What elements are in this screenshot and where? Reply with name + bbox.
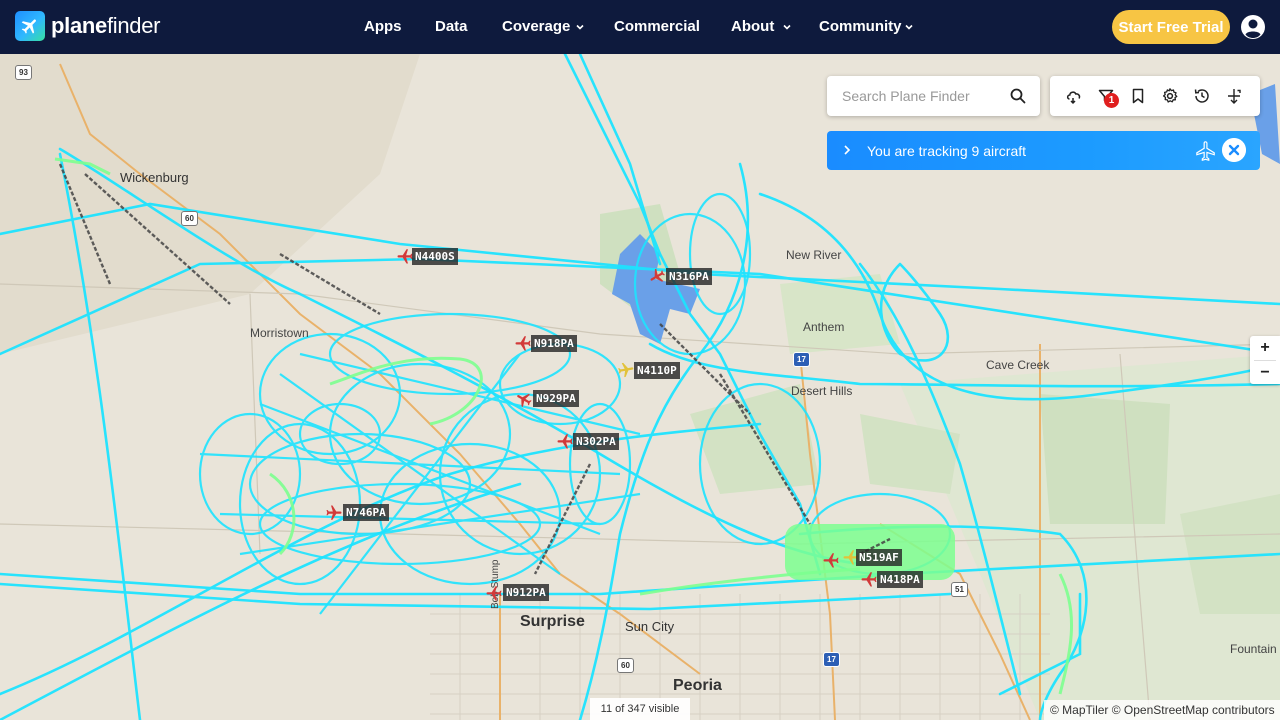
place-anthem: Anthem	[803, 320, 845, 334]
zoom-control: + −	[1250, 336, 1280, 384]
nav-commercial[interactable]: Commercial	[614, 18, 700, 35]
main-nav: Apps Data Coverage Commercial About Comm…	[0, 0, 1280, 54]
visible-aircraft-count: 11 of 347 visible	[590, 698, 690, 720]
interstate-shield: 17	[793, 352, 810, 367]
airplane-icon[interactable]	[325, 504, 343, 522]
place-desert-hills: Desert Hills	[791, 384, 853, 398]
aircraft-callsign[interactable]: N519AF	[856, 549, 902, 566]
route-shield: 60	[181, 211, 198, 226]
search-icon[interactable]	[1009, 87, 1027, 105]
place-wickenburg: Wickenburg	[120, 170, 189, 185]
playback-icon[interactable]	[1225, 87, 1243, 105]
airplane-icon[interactable]	[860, 570, 878, 588]
place-sun-city: Sun City	[625, 619, 675, 634]
place-fountain: Fountain	[1230, 642, 1277, 656]
settings-icon[interactable]	[1161, 87, 1179, 105]
airplane-icon[interactable]	[617, 361, 635, 379]
airplane-icon[interactable]	[648, 267, 666, 285]
interstate-shield: 17	[823, 652, 840, 667]
aircraft-callsign[interactable]: N4400S	[412, 248, 458, 265]
aircraft-callsign[interactable]: N918PA	[531, 335, 577, 352]
aircraft-callsign[interactable]: N4110P	[634, 362, 680, 379]
tracking-banner[interactable]: You are tracking 9 aircraft	[827, 131, 1260, 170]
close-icon[interactable]	[1222, 138, 1246, 162]
chevron-right-icon[interactable]	[841, 143, 853, 157]
bookmark-icon[interactable]	[1129, 87, 1147, 105]
aircraft-callsign[interactable]: N912PA	[503, 584, 549, 601]
place-cave-creek: Cave Creek	[986, 358, 1050, 372]
aircraft-callsign[interactable]: N929PA	[533, 390, 579, 407]
history-icon[interactable]	[1193, 87, 1211, 105]
user-account-icon[interactable]	[1240, 14, 1266, 40]
zoom-out-button[interactable]: −	[1250, 361, 1280, 385]
top-navbar: planefinder Apps Data Coverage Commercia…	[0, 0, 1280, 54]
tracking-message: You are tracking 9 aircraft	[867, 143, 1027, 159]
zoom-in-button[interactable]: +	[1250, 336, 1280, 360]
aircraft-callsign[interactable]: N746PA	[343, 504, 389, 521]
airplane-icon[interactable]	[515, 390, 533, 408]
airplane-icon[interactable]	[514, 334, 532, 352]
chevron-down-icon	[576, 24, 584, 30]
nav-about[interactable]: About	[731, 18, 792, 35]
place-morristown: Morristown	[250, 326, 309, 340]
airplane-icon[interactable]	[485, 584, 503, 602]
nav-coverage[interactable]: Coverage	[502, 18, 585, 35]
search-input[interactable]	[827, 76, 1007, 116]
nav-apps[interactable]: Apps	[364, 18, 402, 35]
filter-count-badge: 1	[1104, 93, 1119, 108]
map-toolbar	[1050, 76, 1260, 116]
aircraft-callsign[interactable]: N302PA	[573, 433, 619, 450]
airplane-icon[interactable]	[556, 432, 574, 450]
aircraft-callsign[interactable]: N418PA	[877, 571, 923, 588]
chevron-down-icon	[904, 24, 913, 30]
route-shield: 60	[617, 658, 634, 673]
route-shield: 51	[951, 582, 968, 597]
airplane-icon[interactable]	[822, 551, 840, 569]
place-new-river: New River	[786, 248, 842, 262]
place-surprise: Surprise	[520, 613, 585, 630]
aircraft-callsign[interactable]: N316PA	[666, 268, 712, 285]
search-box	[827, 76, 1040, 116]
nav-community[interactable]: Community	[819, 18, 914, 35]
route-shield: 93	[15, 65, 32, 80]
weather-icon[interactable]	[1065, 87, 1083, 105]
start-free-trial-button[interactable]: Start Free Trial	[1112, 10, 1230, 44]
map-attribution[interactable]: © MapTiler © OpenStreetMap contributors	[1044, 700, 1280, 720]
place-peoria: Peoria	[673, 677, 722, 694]
nav-data[interactable]: Data	[435, 18, 468, 35]
chevron-down-icon	[783, 24, 791, 30]
airplane-outline-icon[interactable]	[1195, 140, 1217, 162]
